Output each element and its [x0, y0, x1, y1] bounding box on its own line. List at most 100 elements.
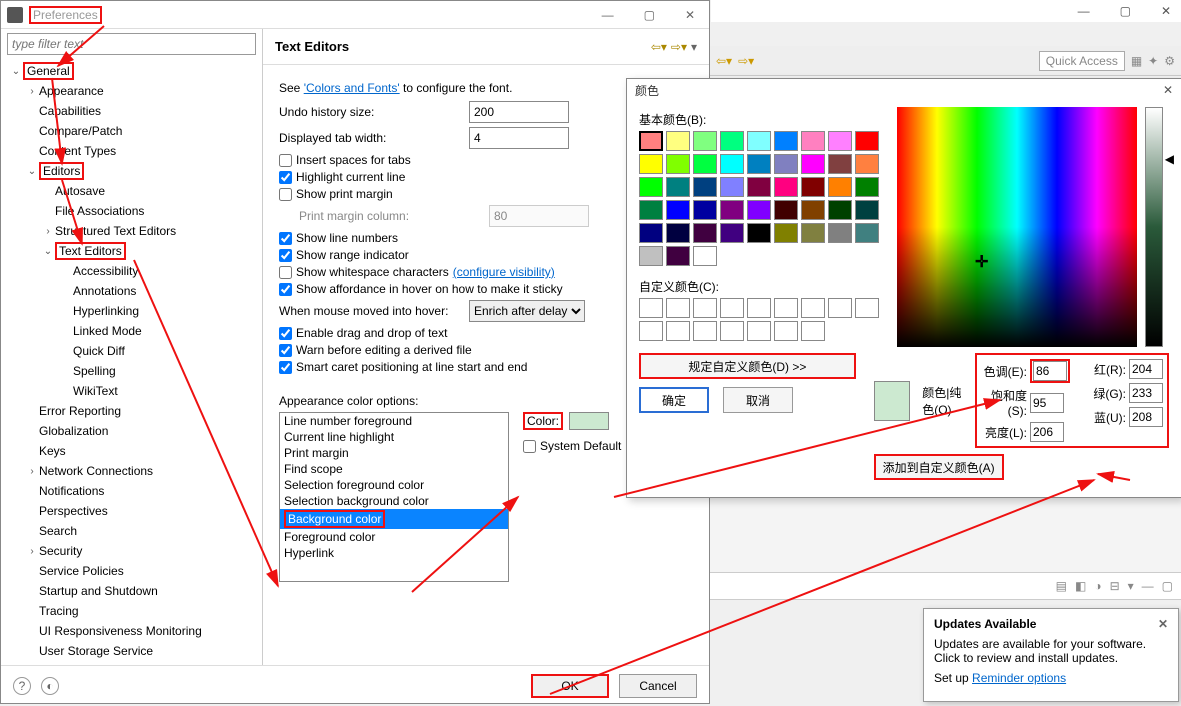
system-default-check[interactable] — [523, 440, 536, 453]
basic-swatch[interactable] — [666, 177, 690, 197]
tree-autosave[interactable]: Autosave — [55, 184, 105, 198]
tree-general[interactable]: General — [23, 62, 74, 80]
basic-swatch[interactable] — [801, 131, 825, 151]
maximize-button[interactable]: ▢ — [644, 8, 655, 22]
tree-annotations[interactable]: Annotations — [73, 284, 136, 298]
highlight-line-check[interactable] — [279, 171, 292, 184]
basic-swatch[interactable] — [801, 223, 825, 243]
tree-network[interactable]: Network Connections — [39, 464, 153, 478]
tree-wikitext[interactable]: WikiText — [73, 384, 118, 398]
ok-button[interactable]: OK — [531, 674, 609, 698]
tree-security[interactable]: Security — [39, 544, 82, 558]
print-margin-check[interactable] — [279, 188, 292, 201]
tree-startup[interactable]: Startup and Shutdown — [39, 584, 158, 598]
hue-input[interactable] — [1033, 361, 1067, 381]
color-swatch-button[interactable] — [569, 412, 609, 430]
basic-swatch[interactable] — [747, 200, 771, 220]
basic-swatch[interactable] — [828, 131, 852, 151]
quick-access-field[interactable]: Quick Access — [1039, 51, 1125, 71]
custom-color-grid[interactable] — [639, 298, 879, 341]
custom-swatch[interactable] — [828, 298, 852, 318]
color-item[interactable]: Foreground color — [280, 529, 508, 545]
basic-swatch[interactable] — [666, 246, 690, 266]
tree-text-editors[interactable]: Text Editors — [55, 242, 126, 260]
red-input[interactable] — [1129, 359, 1163, 379]
preferences-tree[interactable]: ⌄General ›Appearance Capabilities Compar… — [1, 59, 262, 665]
close-icon[interactable]: ✕ — [1163, 83, 1173, 97]
tree-editors[interactable]: Editors — [39, 162, 84, 180]
tree-perspectives[interactable]: Perspectives — [39, 504, 108, 518]
custom-swatch[interactable] — [774, 321, 798, 341]
close-button[interactable]: ✕ — [685, 8, 695, 22]
tree-notifications[interactable]: Notifications — [39, 484, 104, 498]
define-custom-button[interactable]: 规定自定义颜色(D) >> — [639, 353, 856, 379]
tree-spelling[interactable]: Spelling — [73, 364, 116, 378]
perspective-icon-2[interactable]: ✦ — [1148, 54, 1158, 68]
basic-swatch[interactable] — [774, 177, 798, 197]
custom-swatch[interactable] — [855, 298, 879, 318]
basic-swatch[interactable] — [774, 131, 798, 151]
basic-swatch[interactable] — [801, 154, 825, 174]
maximize-icon[interactable]: ▢ — [1120, 4, 1131, 18]
undo-input[interactable] — [469, 101, 569, 123]
view-max-icon[interactable]: ▢ — [1162, 579, 1173, 593]
basic-swatch[interactable] — [747, 154, 771, 174]
basic-swatch[interactable] — [855, 131, 879, 151]
basic-swatch[interactable] — [666, 223, 690, 243]
lum-input[interactable] — [1030, 422, 1064, 442]
tree-capabilities[interactable]: Capabilities — [39, 104, 101, 118]
basic-swatch[interactable] — [801, 177, 825, 197]
basic-swatch[interactable] — [693, 223, 717, 243]
whitespace-check[interactable] — [279, 266, 292, 279]
basic-swatch[interactable] — [774, 200, 798, 220]
colors-fonts-link[interactable]: 'Colors and Fonts' — [304, 81, 400, 95]
basic-swatch[interactable] — [720, 154, 744, 174]
basic-swatch[interactable] — [720, 223, 744, 243]
tree-search[interactable]: Search — [39, 524, 77, 538]
tree-accessibility[interactable]: Accessibility — [73, 264, 138, 278]
basic-swatch[interactable] — [666, 131, 690, 151]
basic-swatch[interactable] — [639, 200, 663, 220]
basic-color-grid[interactable] — [639, 131, 879, 266]
basic-swatch[interactable] — [774, 154, 798, 174]
color-ok-button[interactable]: 确定 — [639, 387, 709, 413]
basic-swatch[interactable] — [693, 154, 717, 174]
color-cancel-button[interactable]: 取消 — [723, 387, 793, 413]
color-item[interactable]: Line number foreground — [280, 413, 508, 429]
color-item[interactable]: Current line highlight — [280, 429, 508, 445]
lum-strip[interactable]: ◀ — [1145, 107, 1163, 347]
basic-swatch[interactable] — [639, 223, 663, 243]
range-check[interactable] — [279, 249, 292, 262]
tree-hyperlinking[interactable]: Hyperlinking — [73, 304, 139, 318]
basic-swatch[interactable] — [666, 154, 690, 174]
basic-swatch[interactable] — [747, 223, 771, 243]
basic-swatch[interactable] — [693, 177, 717, 197]
color-item[interactable]: Print margin — [280, 445, 508, 461]
basic-swatch[interactable] — [666, 200, 690, 220]
custom-swatch[interactable] — [666, 298, 690, 318]
custom-swatch[interactable] — [639, 298, 663, 318]
color-item[interactable]: Selection foreground color — [280, 477, 508, 493]
basic-swatch[interactable] — [693, 200, 717, 220]
custom-swatch[interactable] — [720, 321, 744, 341]
perspective-icon-1[interactable]: ▦ — [1131, 54, 1142, 68]
nav-fwd-icon[interactable]: ⇨▾ — [671, 40, 687, 54]
tree-content-types[interactable]: Content Types — [39, 144, 116, 158]
tree-file-assoc[interactable]: File Associations — [55, 204, 144, 218]
basic-swatch[interactable] — [801, 200, 825, 220]
tree-compare[interactable]: Compare/Patch — [39, 124, 122, 138]
tree-user-storage[interactable]: User Storage Service — [39, 644, 153, 658]
color-item-background[interactable]: Background color — [280, 509, 508, 529]
custom-swatch[interactable] — [747, 321, 771, 341]
insert-spaces-check[interactable] — [279, 154, 292, 167]
basic-swatch[interactable] — [639, 246, 663, 266]
color-item[interactable]: Hyperlink — [280, 545, 508, 561]
basic-swatch[interactable] — [855, 223, 879, 243]
tree-ui-resp[interactable]: UI Responsiveness Monitoring — [39, 624, 202, 638]
basic-swatch[interactable] — [747, 177, 771, 197]
minimize-icon[interactable]: — — [1078, 4, 1090, 18]
view-icon-2[interactable]: ◧ — [1075, 579, 1086, 593]
basic-swatch[interactable] — [774, 223, 798, 243]
basic-swatch[interactable] — [693, 246, 717, 266]
nav-back-icon[interactable]: ⇦▾ — [651, 40, 667, 54]
